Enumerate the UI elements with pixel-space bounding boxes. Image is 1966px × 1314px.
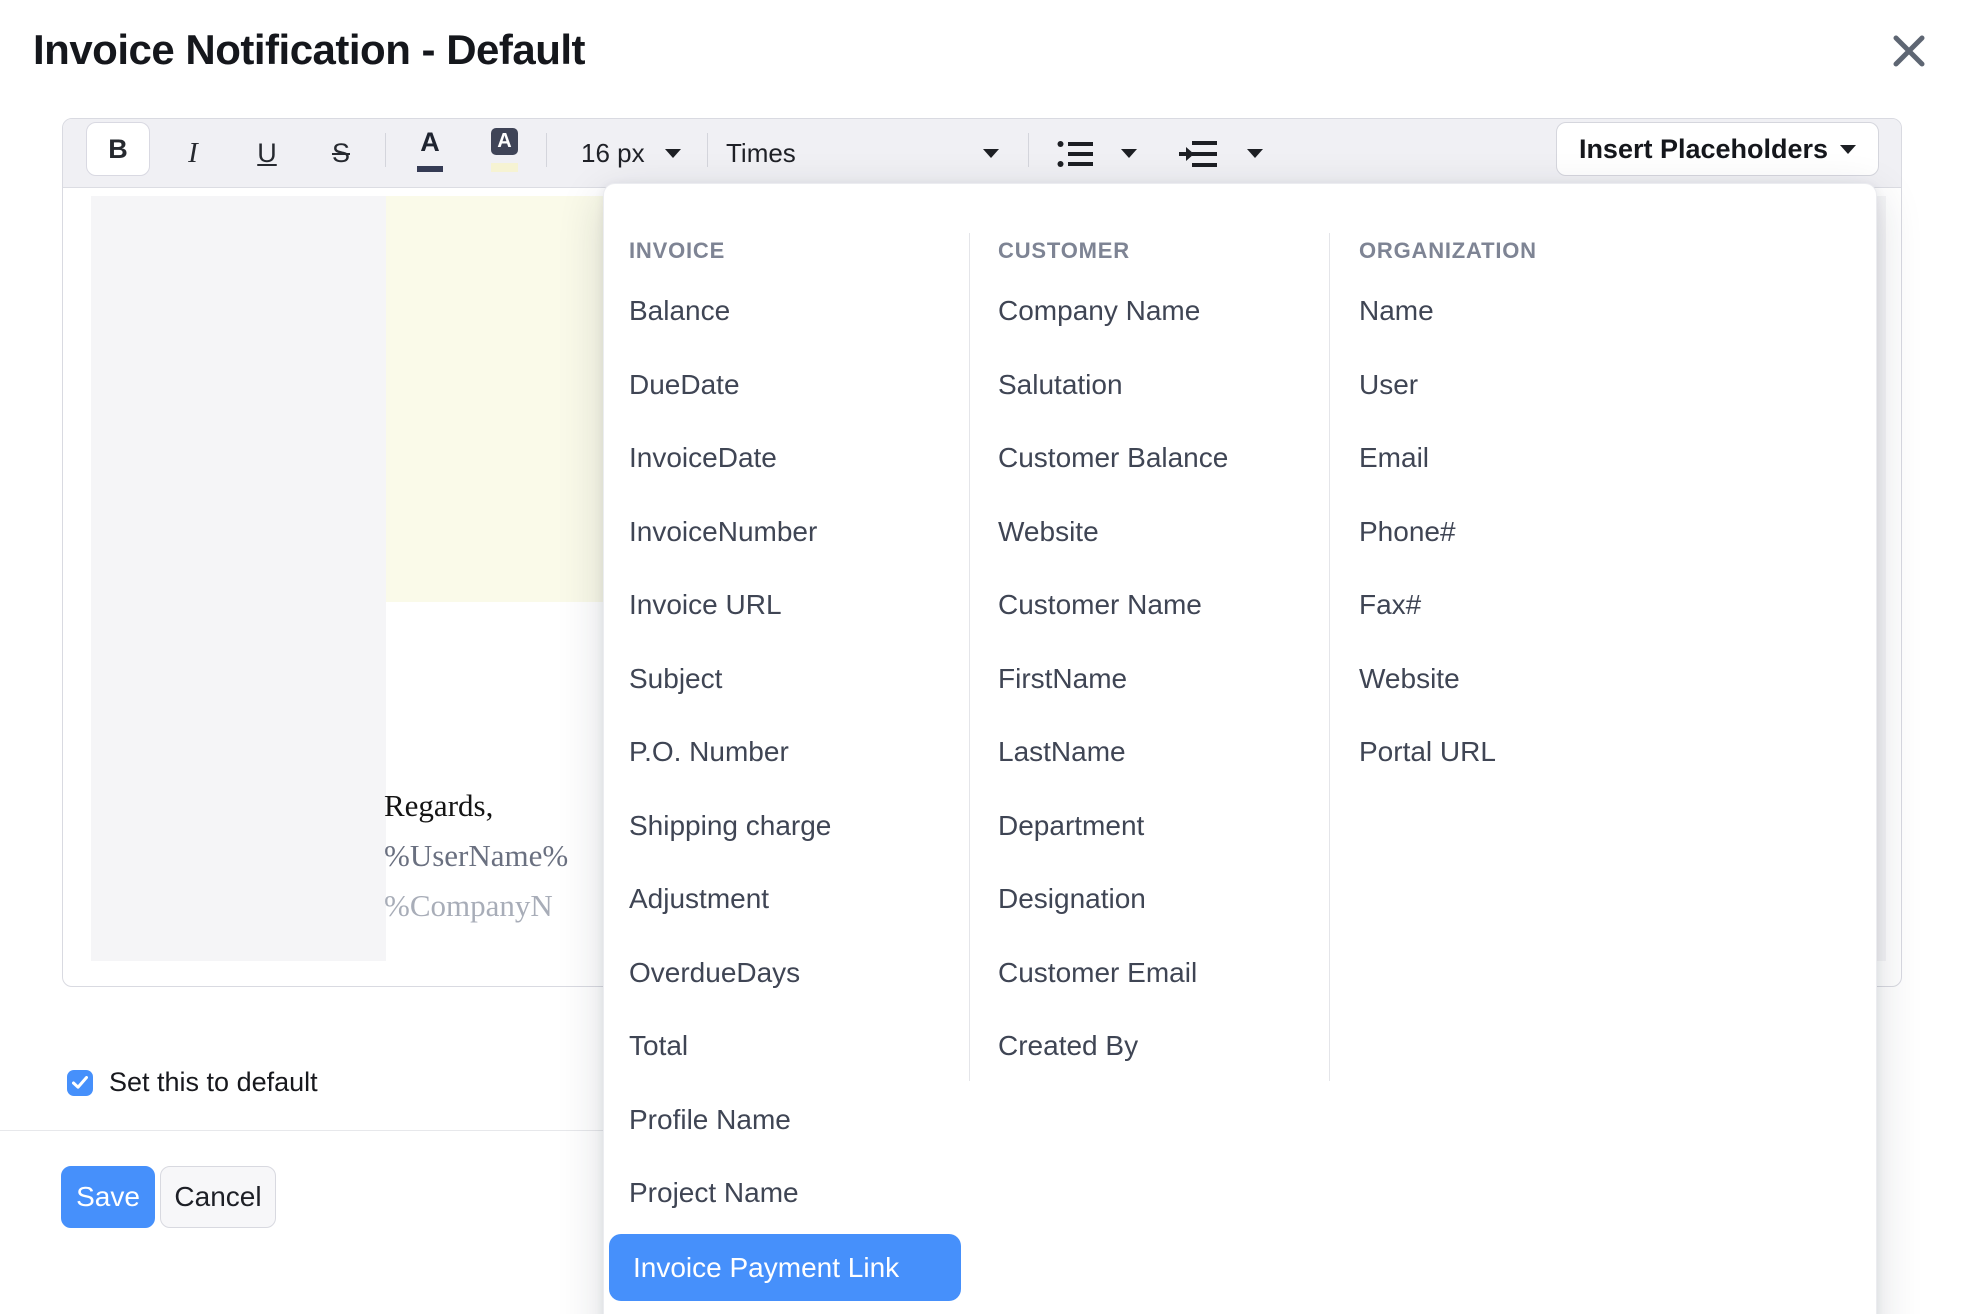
placeholder-item-department[interactable]: Department — [998, 809, 1144, 843]
underline-icon: U — [257, 138, 277, 169]
font-size-value: 16 px — [581, 138, 645, 169]
bullet-list-caret-icon[interactable] — [1119, 119, 1139, 188]
placeholder-item-duedate[interactable]: DueDate — [629, 368, 740, 402]
placeholder-item-user[interactable]: User — [1359, 368, 1418, 402]
toolbar-divider — [385, 133, 386, 167]
placeholder-item-total[interactable]: Total — [629, 1029, 688, 1063]
placeholder-item-designation[interactable]: Designation — [998, 882, 1146, 916]
placeholder-item-website[interactable]: Website — [998, 515, 1099, 549]
highlight-icon: A — [491, 128, 518, 155]
insert-placeholders-label: Insert Placeholders — [1579, 134, 1828, 165]
placeholder-item-phone-[interactable]: Phone# — [1359, 515, 1456, 549]
placeholder-item-project-name[interactable]: Project Name — [629, 1176, 799, 1210]
checkmark-icon — [72, 1076, 88, 1089]
column-divider — [1329, 233, 1330, 1081]
placeholder-item-invoice-url[interactable]: Invoice URL — [629, 588, 782, 622]
save-button[interactable]: Save — [61, 1166, 155, 1228]
placeholder-item-lastname[interactable]: LastName — [998, 735, 1126, 769]
indent-icon — [1179, 139, 1217, 169]
placeholder-item-portal-url[interactable]: Portal URL — [1359, 735, 1496, 769]
font-family-value: Times — [726, 138, 796, 169]
close-icon[interactable] — [1888, 30, 1930, 72]
italic-icon: I — [188, 137, 198, 170]
placeholder-item-adjustment[interactable]: Adjustment — [629, 882, 769, 916]
set-default-checkbox[interactable] — [67, 1070, 93, 1096]
bold-icon: B — [108, 134, 128, 165]
placeholders-dropdown: INVOICE Balance DueDate InvoiceDate InvoiceN… — [603, 183, 1877, 1314]
indent-button[interactable] — [1179, 119, 1217, 188]
signature-regards: Regards, — [384, 781, 568, 831]
font-color-swatch — [417, 166, 443, 172]
column-divider — [969, 233, 970, 1081]
strikethrough-icon: S — [332, 138, 350, 169]
indent-caret-icon[interactable] — [1245, 119, 1265, 188]
set-default-label: Set this to default — [109, 1067, 318, 1098]
placeholder-item-p-o-number[interactable]: P.O. Number — [629, 735, 789, 769]
signature-username-placeholder: %UserName% — [384, 831, 568, 881]
insert-placeholders-caret-icon — [1840, 145, 1856, 154]
placeholder-item-customer-name[interactable]: Customer Name — [998, 588, 1202, 622]
bullet-list-button[interactable] — [1056, 119, 1094, 188]
font-family-select[interactable]: Times — [726, 119, 886, 188]
placeholder-item-firstname[interactable]: FirstName — [998, 662, 1127, 696]
placeholder-item-company-name[interactable]: Company Name — [998, 294, 1200, 328]
insert-placeholders-button[interactable]: Insert Placeholders — [1556, 122, 1879, 176]
placeholder-item-created-by[interactable]: Created By — [998, 1029, 1138, 1063]
font-size-caret-icon[interactable] — [663, 119, 683, 188]
placeholder-item-customer-email[interactable]: Customer Email — [998, 956, 1197, 990]
italic-button[interactable]: I — [173, 119, 213, 188]
placeholder-item-salutation[interactable]: Salutation — [998, 368, 1123, 402]
placeholder-item-invoicenumber[interactable]: InvoiceNumber — [629, 515, 817, 549]
placeholder-item-invoicedate[interactable]: InvoiceDate — [629, 441, 777, 475]
bullet-list-icon — [1057, 139, 1094, 169]
highlight-color-button[interactable]: A — [482, 125, 526, 182]
placeholder-item-invoice-payment-link[interactable]: Invoice Payment Link — [609, 1234, 961, 1301]
toolbar-divider — [1028, 133, 1029, 167]
toolbar-divider — [707, 133, 708, 167]
set-default-row[interactable]: Set this to default — [67, 1067, 318, 1098]
formatting-toolbar: B I U S A A 16 px — [63, 119, 1901, 188]
placeholder-column-heading-customer: CUSTOMER — [998, 238, 1130, 264]
placeholder-column-heading-organization: ORGANIZATION — [1359, 238, 1537, 264]
placeholder-item-website[interactable]: Website — [1359, 662, 1460, 696]
placeholder-item-customer-balance[interactable]: Customer Balance — [998, 441, 1228, 475]
font-color-icon: A — [408, 127, 452, 158]
placeholder-item-email[interactable]: Email — [1359, 441, 1429, 475]
placeholder-item-profile-name[interactable]: Profile Name — [629, 1103, 791, 1137]
placeholder-item-shipping-charge[interactable]: Shipping charge — [629, 809, 831, 843]
signature-company-placeholder: %CompanyN — [384, 881, 568, 931]
placeholder-column-heading-invoice: INVOICE — [629, 238, 725, 264]
email-highlight-section — [386, 196, 623, 602]
highlight-color-swatch — [491, 163, 518, 172]
font-color-button[interactable]: A — [408, 125, 452, 182]
underline-button[interactable]: U — [247, 119, 287, 188]
footer-divider — [0, 1130, 640, 1131]
placeholder-item-fax-[interactable]: Fax# — [1359, 588, 1421, 622]
placeholder-item-balance[interactable]: Balance — [629, 294, 730, 328]
placeholder-item-overduedays[interactable]: OverdueDays — [629, 956, 800, 990]
strikethrough-button[interactable]: S — [321, 119, 361, 188]
cancel-button[interactable]: Cancel — [160, 1166, 276, 1228]
placeholder-item-name[interactable]: Name — [1359, 294, 1434, 328]
invoice-notification-modal: Invoice Notification - Default B I U S A — [0, 0, 1966, 1314]
toolbar-divider — [546, 133, 547, 167]
bold-button[interactable]: B — [86, 122, 150, 176]
page-title: Invoice Notification - Default — [33, 26, 585, 74]
placeholder-item-subject[interactable]: Subject — [629, 662, 722, 696]
email-signature[interactable]: Regards, %UserName% %CompanyN — [384, 781, 568, 931]
font-family-caret-icon[interactable] — [981, 119, 1001, 188]
